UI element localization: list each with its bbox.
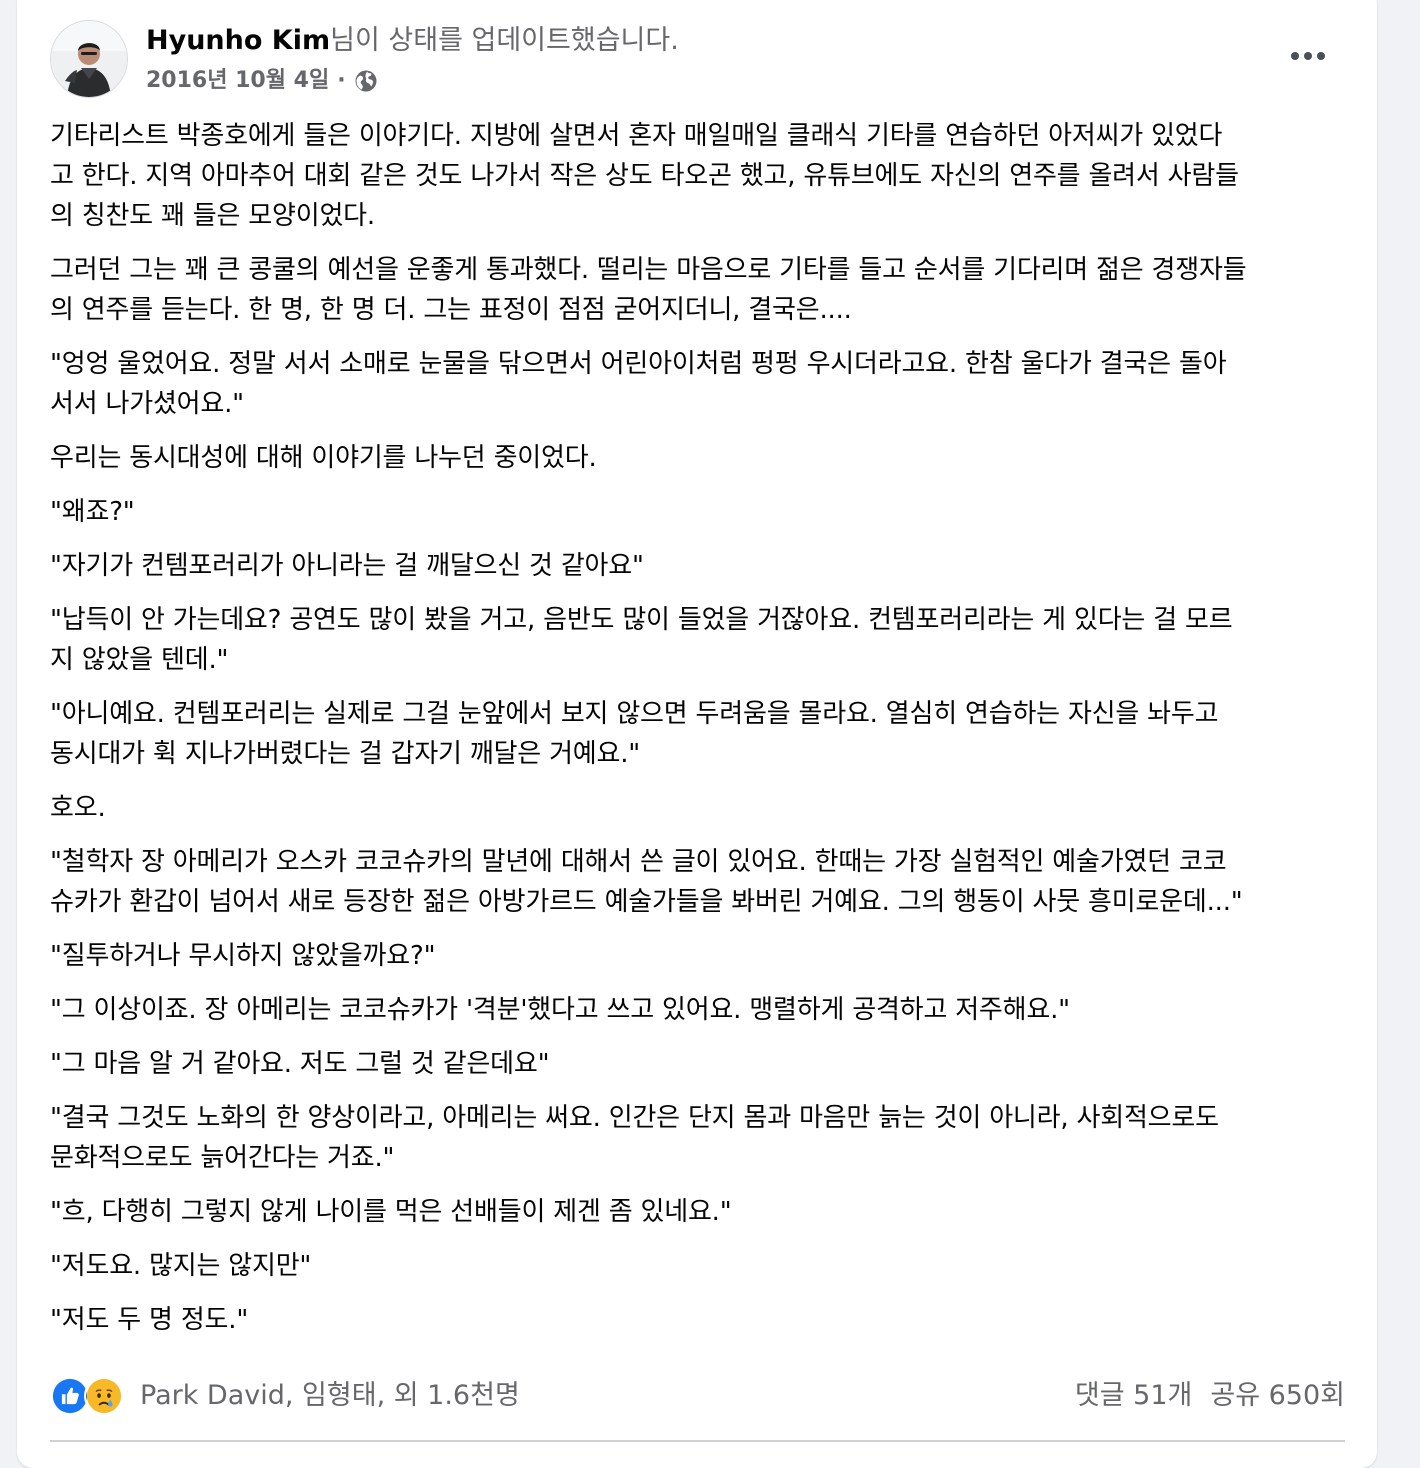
meta-separator: · [337, 68, 346, 93]
paragraph-line: 지 않았을 텐데." [50, 645, 229, 675]
footer-divider [50, 1440, 1345, 1442]
post-paragraph: "엉엉 울었어요. 정말 서서 소매로 눈물을 닦으면서 어린아이처럼 펑펑 우… [50, 344, 1350, 424]
paragraph-line: 서서 나가셨어요." [50, 389, 244, 419]
reaction-summary[interactable]: Park David, 임형태, 외 1.6천명 [50, 1376, 520, 1416]
post-meta: 2016년 10월 4일 · [146, 66, 378, 96]
post-paragraph: "아니예요. 컨템포러리는 실제로 그걸 눈앞에서 보지 않으면 두려움을 몰라… [50, 694, 1350, 774]
more-dot [1304, 52, 1312, 60]
more-options-icon[interactable] [1278, 36, 1338, 76]
post-paragraph: "질투하거나 무시하지 않았을까요?" [50, 936, 1350, 976]
paragraph-line: 고 한다. 지역 아마추어 대회 같은 것도 나가서 작은 상도 타오곤 했고,… [50, 161, 1239, 191]
post-header: Hyunho Kim님이 상태를 업데이트했습니다. 2016년 10월 4일 … [50, 20, 1350, 102]
post-paragraph: "자기가 컨템포러리가 아니라는 걸 깨달으신 것 같아요" [50, 546, 1350, 586]
globe-icon[interactable] [354, 69, 378, 93]
share-count[interactable]: 공유 650회 [1210, 1380, 1345, 1411]
paragraph-line: "자기가 컨템포러리가 아니라는 걸 깨달으신 것 같아요" [50, 551, 644, 581]
post-action-text: 님이 상태를 업데이트했습니다. [330, 25, 679, 56]
post-paragraph: 호오. [50, 788, 1350, 828]
paragraph-line: 그러던 그는 꽤 큰 콩쿨의 예선을 운좋게 통과했다. 떨리는 마음으로 기타… [50, 255, 1247, 285]
post-paragraph: 그러던 그는 꽤 큰 콩쿨의 예선을 운좋게 통과했다. 떨리는 마음으로 기타… [50, 250, 1350, 330]
paragraph-line: "철학자 장 아메리가 오스카 코코슈카의 말년에 대해서 쓴 글이 있어요. … [50, 847, 1227, 877]
comment-count[interactable]: 댓글 51개 [1075, 1380, 1192, 1411]
post-paragraph: 우리는 동시대성에 대해 이야기를 나누던 중이었다. [50, 438, 1350, 478]
paragraph-line: 의 연주를 듣는다. 한 명, 한 명 더. 그는 표정이 점점 굳어지더니, … [50, 295, 852, 325]
more-dot [1317, 52, 1325, 60]
paragraph-line: "저도 두 명 정도." [50, 1305, 249, 1335]
paragraph-line: 슈카가 환갑이 넘어서 새로 등장한 젊은 아방가르드 예술가들을 봐버린 거예… [50, 887, 1243, 917]
post-headline: Hyunho Kim님이 상태를 업데이트했습니다. [146, 24, 679, 58]
post-body: 기타리스트 박종호에게 들은 이야기다. 지방에 살면서 혼자 매일매일 클래식… [50, 116, 1350, 1354]
author-name[interactable]: Hyunho Kim [146, 25, 330, 56]
post-paragraph: 기타리스트 박종호에게 들은 이야기다. 지방에 살면서 혼자 매일매일 클래식… [50, 116, 1350, 236]
paragraph-line: 기타리스트 박종호에게 들은 이야기다. 지방에 살면서 혼자 매일매일 클래식… [50, 121, 1223, 151]
post-date[interactable]: 2016년 10월 4일 [146, 66, 329, 96]
post-paragraph: "그 마음 알 거 같아요. 저도 그럴 것 같은데요" [50, 1044, 1350, 1084]
paragraph-line: "납득이 안 가는데요? 공연도 많이 봤을 거고, 음반도 많이 들었을 거잖… [50, 605, 1233, 635]
paragraph-line: "아니예요. 컨템포러리는 실제로 그걸 눈앞에서 보지 않으면 두려움을 몰라… [50, 699, 1219, 729]
paragraph-line: 동시대가 휙 지나가버렸다는 걸 갑자기 깨달은 거예요." [50, 739, 641, 769]
post-paragraph: "저도 두 명 정도." [50, 1300, 1350, 1340]
paragraph-line: "그 마음 알 거 같아요. 저도 그럴 것 같은데요" [50, 1049, 550, 1079]
post-paragraph: "저도요. 많지는 않지만" [50, 1246, 1350, 1286]
post-paragraph: "철학자 장 아메리가 오스카 코코슈카의 말년에 대해서 쓴 글이 있어요. … [50, 842, 1350, 922]
paragraph-line: "왜죠?" [50, 497, 135, 527]
engagement-stats: 댓글 51개 공유 650회 [1075, 1376, 1345, 1416]
more-dot [1291, 52, 1299, 60]
paragraph-line: "흐, 다행히 그렇지 않게 나이를 먹은 선배들이 제겐 좀 있네요." [50, 1197, 732, 1227]
post-paragraph: "그 이상이죠. 장 아메리는 코코슈카가 '격분'했다고 쓰고 있어요. 맹렬… [50, 990, 1350, 1030]
paragraph-line: "엉엉 울었어요. 정말 서서 소매로 눈물을 닦으면서 어린아이처럼 펑펑 우… [50, 349, 1227, 379]
post-paragraph: "납득이 안 가는데요? 공연도 많이 봤을 거고, 음반도 많이 들었을 거잖… [50, 600, 1350, 680]
avatar[interactable] [50, 20, 128, 98]
paragraph-line: 호오. [50, 793, 106, 823]
paragraph-line: "그 이상이죠. 장 아메리는 코코슈카가 '격분'했다고 쓰고 있어요. 맹렬… [50, 995, 1070, 1025]
paragraph-line: "저도요. 많지는 않지만" [50, 1251, 312, 1281]
sad-reaction-icon [84, 1376, 124, 1416]
paragraph-line: 문화적으로도 늙어간다는 거죠." [50, 1143, 395, 1173]
paragraph-line: "질투하거나 무시하지 않았을까요?" [50, 941, 436, 971]
post-footer: Park David, 임형태, 외 1.6천명 댓글 51개 공유 650회 [50, 1374, 1345, 1420]
post-paragraph: "왜죠?" [50, 492, 1350, 532]
paragraph-line: 의 칭찬도 꽤 들은 모양이었다. [50, 201, 375, 231]
post-paragraph: "흐, 다행히 그렇지 않게 나이를 먹은 선배들이 제겐 좀 있네요." [50, 1192, 1350, 1232]
reaction-names[interactable]: Park David, 임형태, 외 1.6천명 [140, 1376, 520, 1416]
paragraph-line: "결국 그것도 노화의 한 양상이라고, 아메리는 써요. 인간은 단지 몸과 … [50, 1103, 1219, 1133]
avatar-photo [51, 21, 127, 97]
post-paragraph: "결국 그것도 노화의 한 양상이라고, 아메리는 써요. 인간은 단지 몸과 … [50, 1098, 1350, 1178]
paragraph-line: 우리는 동시대성에 대해 이야기를 나누던 중이었다. [50, 443, 597, 473]
